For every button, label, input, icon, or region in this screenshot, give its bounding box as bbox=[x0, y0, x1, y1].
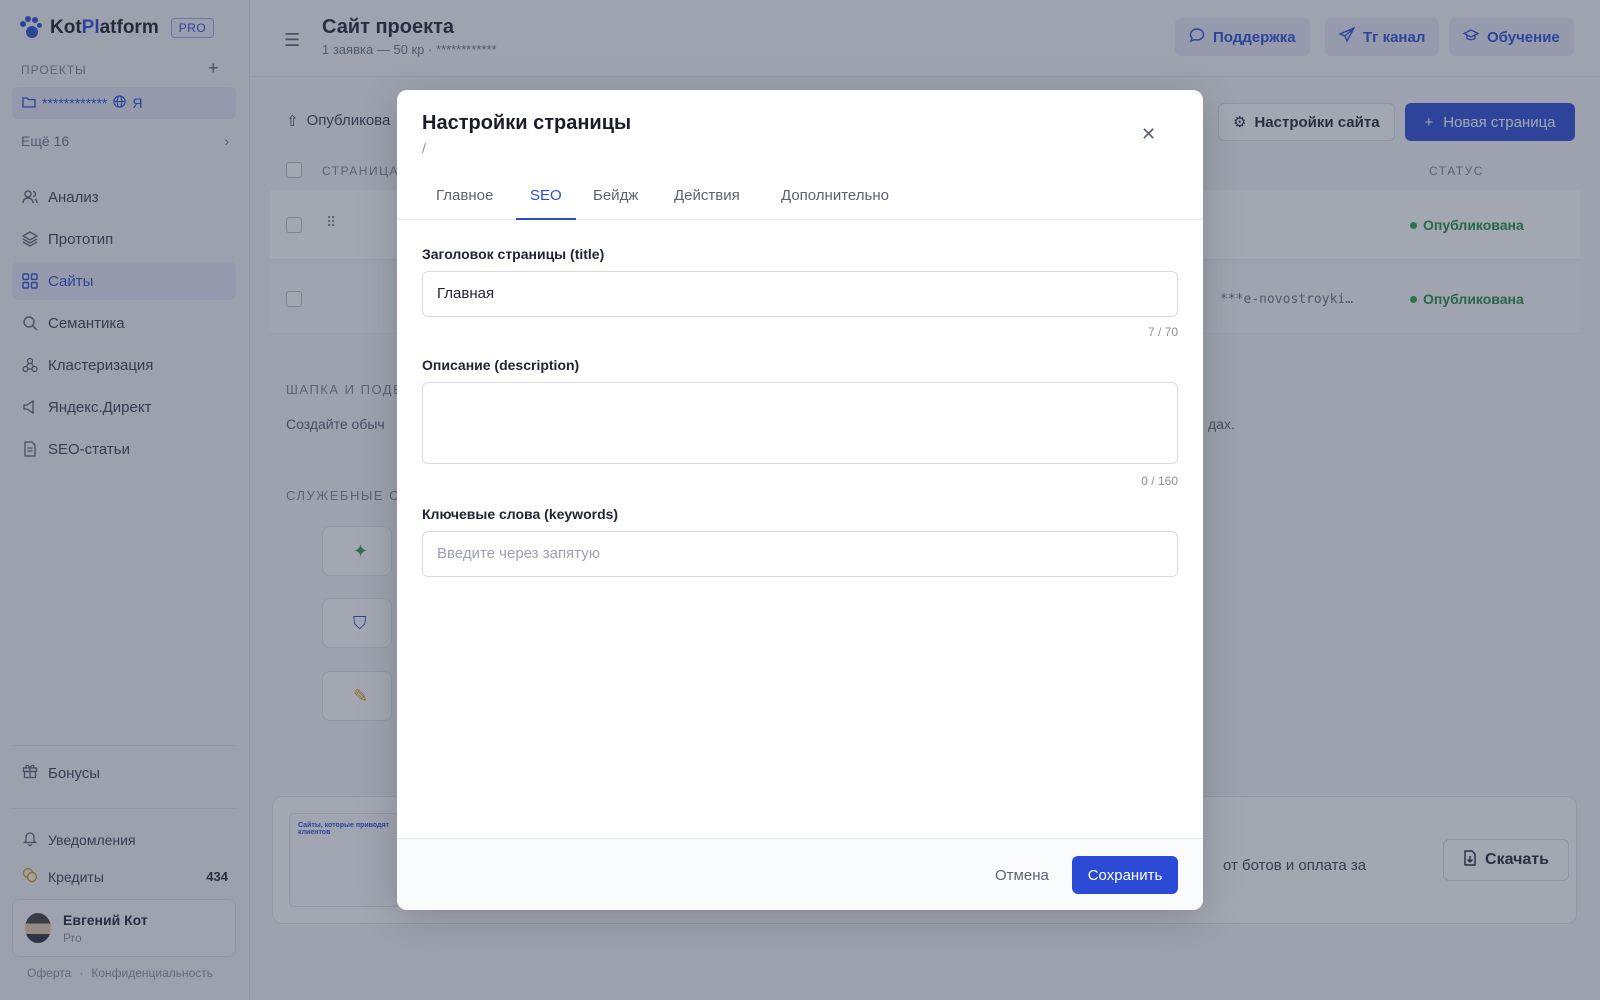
tab-badge[interactable]: Бейдж bbox=[579, 182, 652, 220]
modal-tabs: Главное SEO Бейдж Действия Дополнительно bbox=[397, 182, 1203, 220]
keywords-field-label: Ключевые слова (keywords) bbox=[422, 506, 619, 522]
page-settings-modal: Настройки страницы / ✕ Главное SEO Бейдж… bbox=[397, 90, 1203, 910]
modal-page-path: / bbox=[422, 140, 426, 156]
close-icon[interactable]: ✕ bbox=[1141, 124, 1156, 145]
description-counter: 0 / 160 bbox=[1141, 474, 1178, 488]
save-button[interactable]: Сохранить bbox=[1072, 856, 1178, 894]
tab-actions[interactable]: Действия bbox=[660, 182, 754, 220]
description-field-label: Описание (description) bbox=[422, 357, 580, 373]
cancel-button[interactable]: Отмена bbox=[995, 867, 1049, 884]
title-counter: 7 / 70 bbox=[1147, 325, 1178, 339]
modal-footer: Отмена Сохранить bbox=[397, 838, 1203, 910]
tab-main[interactable]: Главное bbox=[422, 182, 507, 220]
tab-advanced[interactable]: Дополнительно bbox=[767, 182, 903, 220]
title-input[interactable]: Главная bbox=[422, 271, 1178, 317]
keywords-input[interactable]: Введите через запятую bbox=[422, 531, 1178, 577]
tab-seo[interactable]: SEO bbox=[516, 182, 576, 220]
modal-title: Настройки страницы bbox=[422, 112, 632, 134]
title-field-label: Заголовок страницы (title) bbox=[422, 246, 605, 262]
description-textarea[interactable] bbox=[422, 382, 1178, 464]
